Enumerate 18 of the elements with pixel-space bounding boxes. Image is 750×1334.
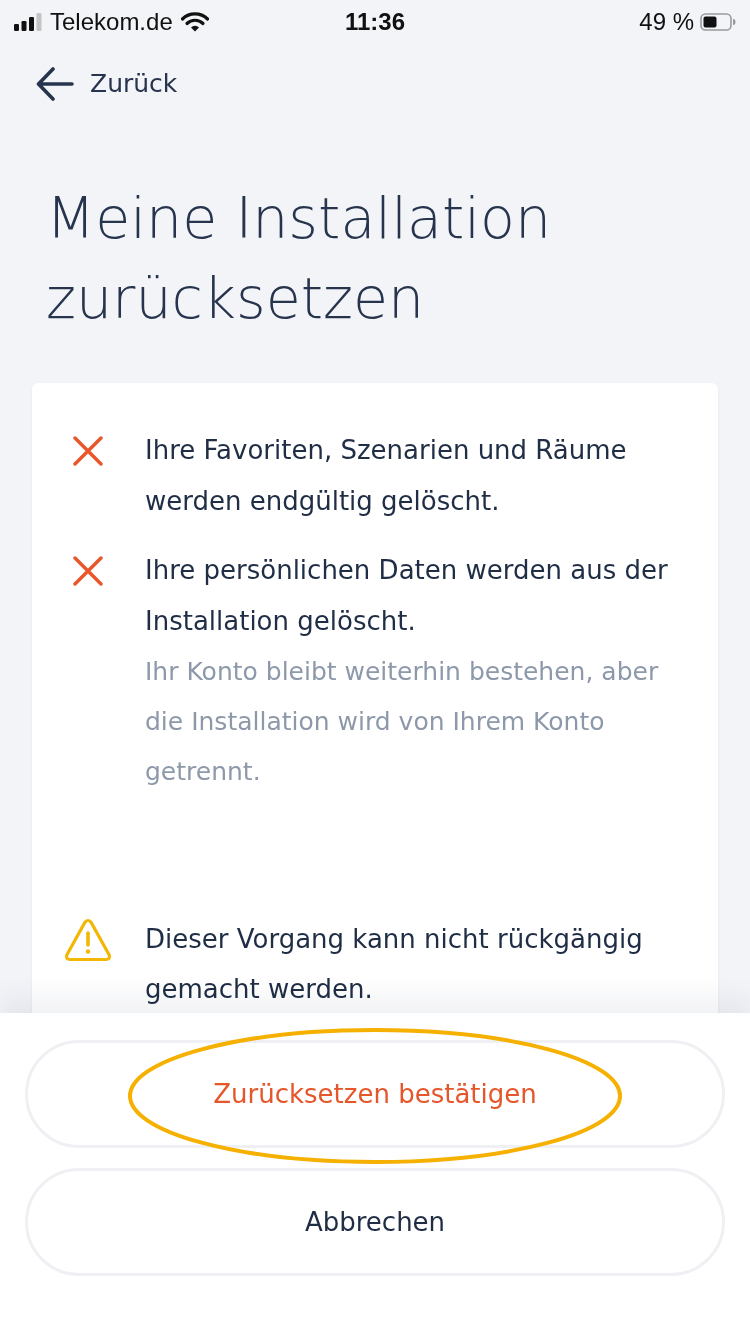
consequence-text: Ihre Favoriten, Szenarien und Räume werden endgültig gelöscht.	[145, 434, 628, 518]
consequence-text: Dieser Vorgang kann nicht rückgängig gemacht werden.	[145, 923, 644, 1006]
wifi-icon	[180, 12, 209, 32]
cancel-button[interactable]: Abbrechen	[25, 1168, 725, 1276]
signal-icon	[14, 13, 42, 31]
back-arrow-icon	[36, 66, 74, 102]
page-title: Meine Installation zurücksetzen	[45, 184, 553, 333]
battery-percentage: 49 %	[639, 7, 694, 37]
carrier-name: Telekom.de	[50, 7, 173, 37]
consequence-note: Ihr Konto bleibt weiterhin bestehen, aber die Installation wird von Ihrem Konto getrennt.	[145, 656, 660, 788]
cross-icon	[73, 555, 103, 586]
cross-icon	[73, 435, 103, 466]
back-button[interactable]: Zurück	[36, 66, 178, 102]
clock-time: 11:36	[344, 7, 406, 37]
confirm-reset-button[interactable]: Zurücksetzen bestätigen	[25, 1040, 725, 1148]
battery-icon	[700, 13, 736, 31]
consequence-text: Ihre persönlichen Daten werden aus der Installation gelöscht.	[145, 554, 669, 638]
warning-icon	[64, 917, 112, 962]
